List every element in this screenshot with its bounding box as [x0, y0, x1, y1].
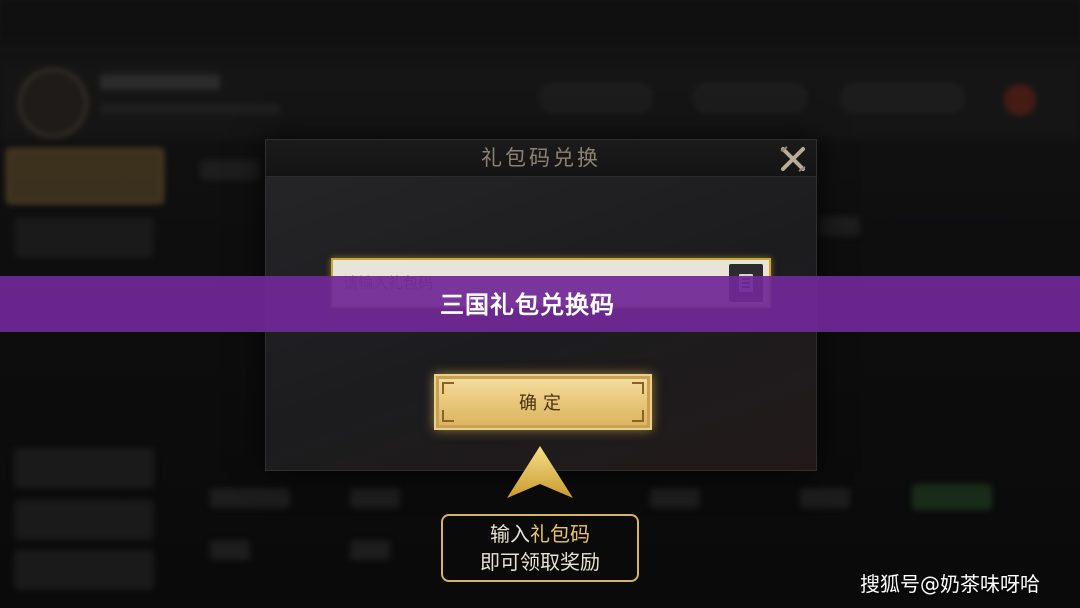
confirm-button[interactable]: 确定 [434, 374, 652, 430]
confirm-corner-ornament [632, 410, 644, 422]
background-pill [694, 84, 806, 112]
background-sidebar-item [14, 550, 154, 590]
background-subtitle-placeholder [100, 104, 280, 114]
background-pill [540, 84, 652, 112]
dialog-title: 礼包码兑换 [481, 146, 601, 170]
background-row [210, 488, 290, 508]
background-row [210, 540, 250, 560]
background-row [200, 160, 260, 180]
background-sidebar-item [14, 448, 154, 488]
background-row [820, 216, 860, 236]
confirm-corner-ornament [442, 382, 454, 394]
close-button[interactable] [778, 144, 808, 174]
hint-line-2: 即可领取奖励 [480, 550, 600, 574]
background-row [800, 488, 850, 508]
background-sidebar-button [6, 148, 164, 204]
background-green-button [912, 484, 992, 510]
title-banner: 三国礼包兑换码 [0, 276, 1080, 332]
confirm-button-label: 确定 [519, 393, 567, 414]
tutorial-hint-box: 输入礼包码 即可领取奖励 [441, 514, 639, 582]
background-row [350, 540, 390, 560]
banner-title: 三国礼包兑换码 [440, 291, 615, 319]
up-arrow-icon [507, 446, 573, 498]
background-avatar [18, 68, 88, 138]
watermark-text: 搜狐号@奶茶味呀哈 [860, 572, 1040, 596]
hint-line-1-prefix: 输入 [490, 522, 530, 546]
background-pill [842, 84, 964, 112]
close-icon [780, 146, 806, 172]
background-top-bar [0, 0, 1080, 40]
background-sidebar-item [14, 218, 154, 258]
background-row [650, 488, 700, 508]
background-row [350, 488, 400, 508]
background-name-placeholder [100, 74, 220, 90]
confirm-corner-ornament [442, 410, 454, 422]
hint-line-1: 输入礼包码 [443, 520, 637, 548]
hint-line-1-accent: 礼包码 [530, 522, 590, 546]
confirm-corner-ornament [632, 382, 644, 394]
background-sidebar-item [14, 500, 154, 540]
background-red-button [1004, 84, 1036, 116]
